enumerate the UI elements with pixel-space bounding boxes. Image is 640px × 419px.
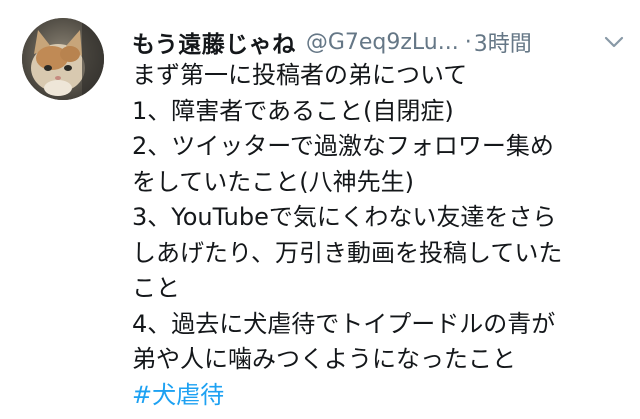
timestamp[interactable]: 3時間 [474, 26, 532, 58]
display-name[interactable]: もう遠藤じゃね [132, 25, 296, 59]
tweet-text-line: まず第一に投稿者の弟について [132, 61, 468, 89]
tweet-text-line: 1、障害者であること(自閉症) [132, 96, 454, 125]
tweet-card[interactable]: もう遠藤じゃね @G7eq9zLu... · 3時間 まず第一に投稿者の弟につい… [0, 0, 640, 419]
tweet-text-line: しあげたり、万引き動画を投稿していた [132, 238, 563, 267]
hashtag-link[interactable]: #犬虐待 [132, 378, 630, 414]
tweet-text-line: 2、ツイッターで過激なフォロワー集め [132, 132, 554, 160]
cat-avatar-icon [22, 18, 104, 100]
tweet-text-line: 3、YouTubeで気にくわない友達をさら [132, 203, 557, 231]
user-handle[interactable]: @G7eq9zLu... [306, 30, 459, 55]
tweet-text-line: をしていたこと(八神先生) [132, 167, 415, 196]
tweet-text-line: 弟や人に噛みつくようになったこと [132, 345, 516, 373]
tweet-text-line: こと [132, 274, 180, 302]
separator-dot: · [464, 29, 472, 55]
tweet-text-line: 4、過去に犬虐待でトイプードルの青が [132, 309, 556, 338]
avatar[interactable] [22, 18, 104, 100]
chevron-down-icon[interactable] [602, 30, 626, 54]
tweet-header: もう遠藤じゃね @G7eq9zLu... · 3時間 [132, 22, 592, 62]
tweet-text: まず第一に投稿者の弟について 1、障害者であること(自閉症) 2、ツイッターで過… [132, 58, 630, 413]
